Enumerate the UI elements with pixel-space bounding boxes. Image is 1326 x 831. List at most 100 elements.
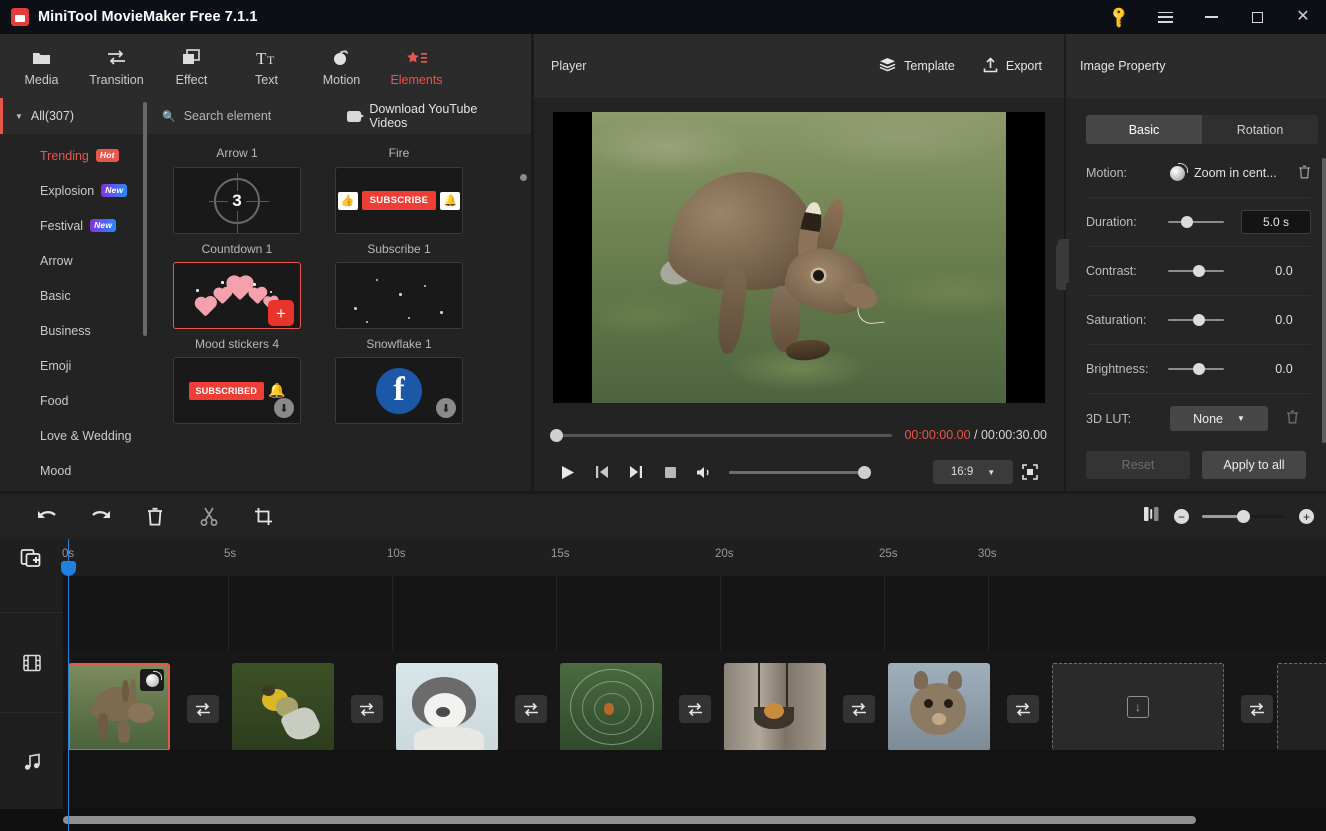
volume-button[interactable]: [687, 459, 721, 485]
element-item-subscribed[interactable]: SUBSCRIBED 🔔 ⬇: [170, 357, 304, 424]
brightness-knob[interactable]: [1192, 362, 1205, 375]
element-thumbnail[interactable]: SUBSCRIBED 🔔 ⬇: [173, 357, 301, 424]
element-item-countdown-1[interactable]: 3 Countdown 1: [170, 167, 304, 262]
media-drop-slot[interactable]: ↓: [1052, 663, 1224, 751]
undo-button[interactable]: [20, 500, 74, 534]
category-item-arrow[interactable]: Arrow: [0, 243, 150, 278]
download-youtube-videos-button[interactable]: Download YouTube Videos: [346, 102, 516, 130]
zoom-in-button[interactable]: +: [1299, 509, 1314, 524]
motion-value-chip[interactable]: Zoom in cent...: [1170, 162, 1277, 181]
download-element-button[interactable]: ⬇: [274, 398, 294, 418]
category-item-basic[interactable]: Basic: [0, 278, 150, 313]
table-row[interactable]: [724, 663, 826, 751]
lut-select[interactable]: None ▼: [1170, 406, 1268, 431]
add-media-button[interactable]: [20, 548, 42, 568]
contrast-knob[interactable]: [1192, 264, 1205, 277]
license-key-button[interactable]: 🔑: [1096, 0, 1142, 34]
element-item-facebook[interactable]: f ⬇: [332, 357, 466, 424]
next-frame-button[interactable]: [619, 459, 653, 485]
brightness-slider[interactable]: [1168, 362, 1224, 375]
element-thumbnail[interactable]: 3: [173, 167, 301, 234]
add-element-button[interactable]: +: [268, 300, 294, 326]
download-element-button[interactable]: ⬇: [436, 398, 456, 418]
motion-indicator[interactable]: [140, 669, 164, 691]
transition-slot-button[interactable]: [515, 695, 547, 723]
category-item-love-wedding[interactable]: Love & Wedding: [0, 418, 150, 453]
split-button[interactable]: [182, 500, 236, 534]
category-item-food[interactable]: Food: [0, 383, 150, 418]
transition-slot-button[interactable]: [1007, 695, 1039, 723]
close-button[interactable]: ✕: [1280, 0, 1326, 34]
table-row[interactable]: [560, 663, 662, 751]
element-item-subscribe-1[interactable]: 👍 SUBSCRIBE 🔔 Subscribe 1: [332, 167, 466, 262]
play-button[interactable]: [551, 459, 585, 485]
duration-knob[interactable]: [1181, 215, 1194, 228]
reset-button[interactable]: Reset: [1086, 451, 1190, 479]
effect-track-lane[interactable]: [63, 576, 1326, 650]
element-thumbnail[interactable]: 👍 SUBSCRIBE 🔔: [335, 167, 463, 234]
previous-frame-button[interactable]: [585, 459, 619, 485]
minimize-button[interactable]: [1188, 0, 1234, 34]
table-row[interactable]: [232, 663, 334, 751]
category-item-business[interactable]: Business: [0, 313, 150, 348]
element-item-snowflake-1[interactable]: Snowflake 1: [332, 262, 466, 357]
zoom-knob[interactable]: [1237, 509, 1251, 523]
tab-rotation[interactable]: Rotation: [1202, 115, 1318, 144]
redo-button[interactable]: [74, 500, 128, 534]
transition-slot-button[interactable]: [187, 695, 219, 723]
zoom-out-button[interactable]: −: [1174, 509, 1189, 524]
video-track-header[interactable]: [0, 613, 63, 713]
category-item-mood[interactable]: Mood: [0, 453, 150, 488]
tab-text[interactable]: TT Text: [229, 36, 304, 96]
playhead[interactable]: [61, 539, 76, 831]
duration-slider[interactable]: [1168, 215, 1224, 228]
duration-value-field[interactable]: 5.0 s: [1241, 210, 1311, 234]
timeline-horizontal-scrollbar[interactable]: [63, 816, 1196, 824]
category-item-festival[interactable]: Festival New: [0, 208, 150, 243]
transition-slot-button[interactable]: [679, 695, 711, 723]
saturation-knob[interactable]: [1192, 313, 1205, 326]
property-scrollbar[interactable]: [1322, 158, 1326, 443]
video-frame[interactable]: [553, 111, 1045, 403]
contrast-slider[interactable]: [1168, 264, 1224, 277]
category-scrollbar[interactable]: [143, 102, 147, 336]
export-button[interactable]: Export: [983, 56, 1042, 76]
progress-knob[interactable]: [550, 428, 563, 442]
category-all[interactable]: ▼ All(307): [0, 98, 150, 134]
fit-timeline-button[interactable]: [1141, 505, 1161, 528]
transition-slot-button[interactable]: [351, 695, 383, 723]
transition-slot-button[interactable]: [843, 695, 875, 723]
table-row[interactable]: [68, 663, 170, 751]
aspect-ratio-select[interactable]: 16:9 ▼: [933, 460, 1013, 484]
delete-motion-button[interactable]: [1298, 165, 1311, 182]
playhead-handle[interactable]: [61, 561, 76, 576]
tab-media[interactable]: Media: [4, 36, 79, 96]
delete-lut-button[interactable]: [1286, 410, 1299, 427]
effect-track-header[interactable]: [0, 576, 63, 613]
table-row[interactable]: [396, 663, 498, 751]
tab-elements[interactable]: Elements: [379, 36, 454, 96]
element-thumbnail[interactable]: [335, 262, 463, 329]
timeline-ruler[interactable]: 0s 5s 10s 15s 20s 25s 30s: [0, 539, 1326, 576]
crop-button[interactable]: [236, 500, 290, 534]
volume-slider[interactable]: [729, 465, 871, 479]
delete-button[interactable]: [128, 500, 182, 534]
stop-button[interactable]: [653, 459, 687, 485]
tab-basic[interactable]: Basic: [1086, 115, 1202, 144]
tab-motion[interactable]: Motion: [304, 36, 379, 96]
menu-button[interactable]: [1142, 0, 1188, 34]
apply-to-all-button[interactable]: Apply to all: [1202, 451, 1306, 479]
category-item-explosion[interactable]: Explosion New: [0, 173, 150, 208]
table-row[interactable]: [888, 663, 990, 751]
category-item-trending[interactable]: Trending Hot: [0, 138, 150, 173]
media-drop-slot-partial[interactable]: [1277, 663, 1326, 751]
maximize-button[interactable]: [1234, 0, 1280, 34]
video-track-lane[interactable]: ↓: [63, 650, 1326, 751]
fullscreen-button[interactable]: [1013, 459, 1047, 485]
element-thumbnail-selected[interactable]: +: [173, 262, 301, 329]
audio-track-header[interactable]: [0, 713, 63, 811]
playback-progress-slider[interactable]: [550, 428, 893, 442]
volume-knob[interactable]: [858, 465, 871, 479]
element-thumbnail[interactable]: f ⬇: [335, 357, 463, 424]
template-button[interactable]: Template: [879, 57, 955, 75]
